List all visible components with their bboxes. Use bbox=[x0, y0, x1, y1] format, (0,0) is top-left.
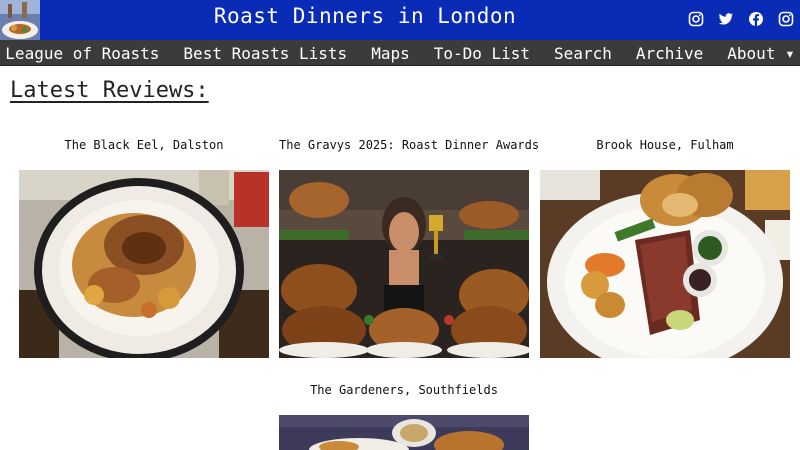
review-title[interactable]: The Black Eel, Dalston bbox=[19, 138, 269, 152]
review-title[interactable]: Brook House, Fulham bbox=[540, 138, 790, 152]
nav-best-roasts-lists[interactable]: Best Roasts Lists bbox=[171, 44, 359, 63]
social-links bbox=[688, 11, 794, 27]
main-nav: League of Roasts Best Roasts Lists Maps … bbox=[0, 40, 800, 66]
instagram-icon[interactable] bbox=[688, 11, 704, 27]
review-title[interactable]: The Gardeners, Southfields bbox=[279, 383, 529, 397]
site-title[interactable]: Roast Dinners in London bbox=[200, 4, 530, 28]
nav-league-of-roasts[interactable]: League of Roasts bbox=[0, 44, 171, 63]
nav-archive[interactable]: Archive bbox=[624, 44, 715, 63]
nav-maps[interactable]: Maps bbox=[359, 44, 422, 63]
nav-about-dropdown[interactable]: About ▾ bbox=[715, 44, 800, 63]
site-header: Roast Dinners in London bbox=[0, 0, 800, 40]
review-image[interactable] bbox=[540, 170, 790, 358]
facebook-icon[interactable] bbox=[748, 11, 764, 27]
instagram-icon[interactable] bbox=[778, 11, 794, 27]
review-title[interactable]: The Gravys 2025: Roast Dinner Awards bbox=[279, 138, 539, 152]
nav-search[interactable]: Search bbox=[542, 44, 624, 63]
twitter-icon[interactable] bbox=[718, 11, 734, 27]
latest-reviews-heading: Latest Reviews: bbox=[10, 78, 209, 103]
review-image[interactable] bbox=[19, 170, 269, 358]
review-image[interactable] bbox=[279, 170, 529, 358]
nav-to-do-list[interactable]: To-Do List bbox=[422, 44, 542, 63]
site-logo[interactable] bbox=[0, 0, 40, 40]
review-image[interactable] bbox=[279, 415, 529, 450]
